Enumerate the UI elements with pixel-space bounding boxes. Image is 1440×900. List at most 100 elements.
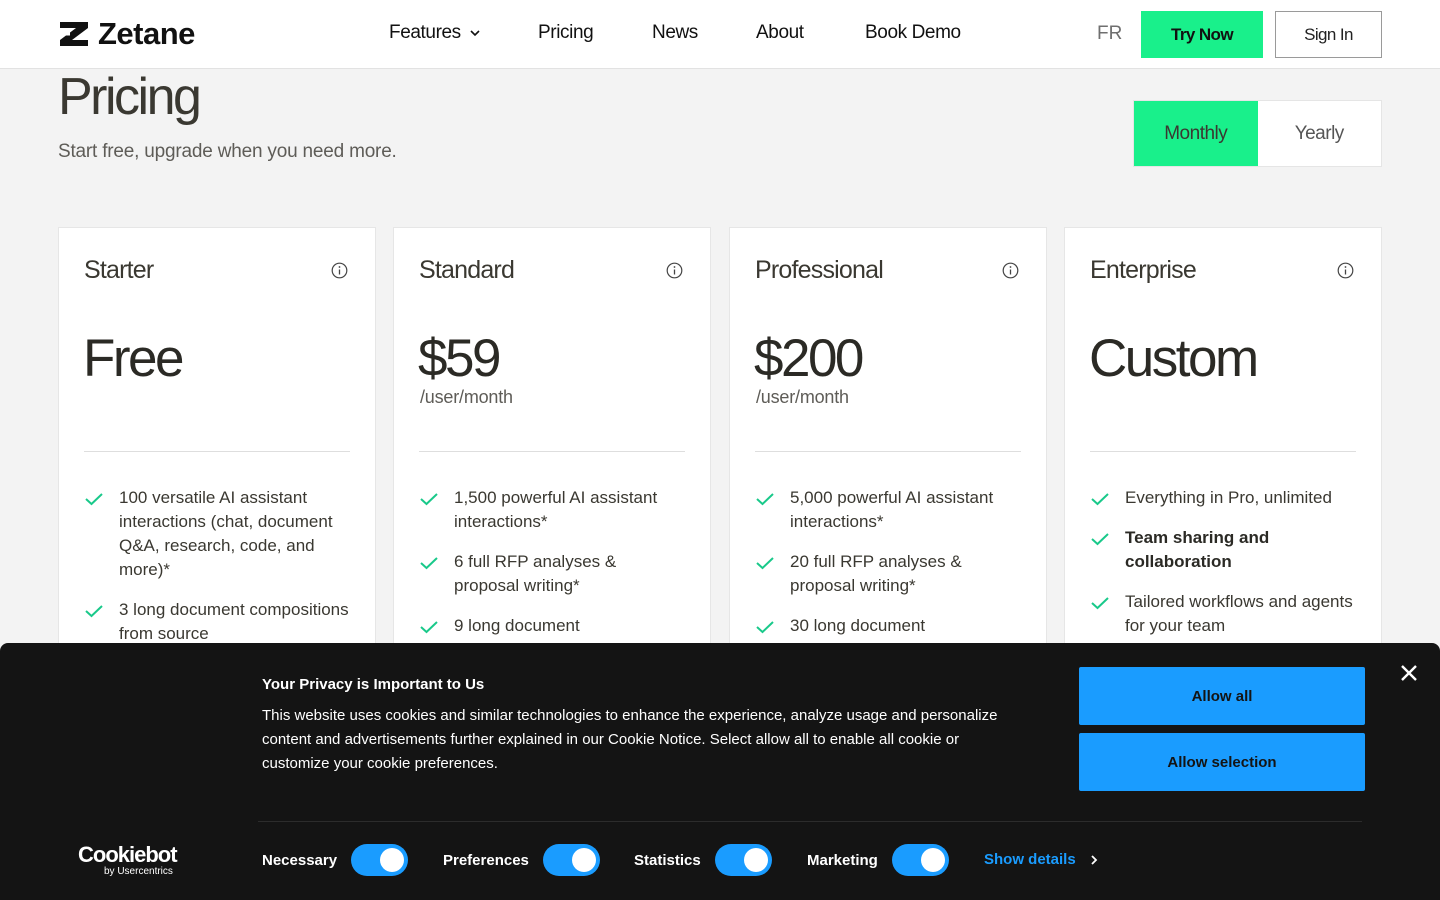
- cookiebot-brand-sub: by Usercentrics: [104, 866, 173, 877]
- feature-text: 5,000 powerful AI assistant interactions…: [790, 488, 994, 531]
- cookie-text: This website uses cookies and similar te…: [262, 707, 998, 772]
- allow-all-button[interactable]: Allow all: [1079, 667, 1365, 725]
- marketing-toggle[interactable]: [891, 844, 949, 876]
- plan-name: Standard: [419, 256, 515, 284]
- info-icon[interactable]: [1337, 262, 1354, 279]
- feature-item: 20 full RFP analyses & proposal writing*: [755, 550, 1021, 598]
- feature-item: 9 long document: [419, 614, 685, 638]
- statistics-toggle[interactable]: [714, 844, 772, 876]
- consent-necessary: Necessary: [262, 844, 409, 876]
- consent-label: Statistics: [634, 851, 701, 869]
- check-icon: [420, 557, 438, 570]
- nav-book-demo[interactable]: Book Demo: [865, 22, 961, 44]
- consent-label: Preferences: [443, 851, 529, 869]
- plan-price: $59: [418, 329, 501, 388]
- check-icon: [85, 493, 103, 506]
- consent-preferences: Preferences: [443, 844, 600, 876]
- check-icon: [756, 493, 774, 506]
- page-subtitle: Start free, upgrade when you need more.: [58, 141, 397, 162]
- feature-item: 30 long document: [755, 614, 1021, 638]
- divider: [755, 451, 1021, 452]
- cookiebot-brand: Cookiebot: [78, 842, 178, 867]
- preferences-toggle[interactable]: [542, 844, 600, 876]
- cookie-divider: [258, 821, 1362, 822]
- show-details-label: Show details: [984, 851, 1076, 868]
- feature-text: 1,500 powerful AI assistant interactions…: [454, 488, 658, 531]
- nav-pricing-label: Pricing: [538, 22, 594, 43]
- page-title: Pricing: [58, 68, 202, 126]
- consent-statistics: Statistics: [634, 844, 772, 876]
- feature-list: 1,500 powerful AI assistant interactions…: [419, 486, 685, 654]
- billing-toggle: Monthly Yearly: [1133, 100, 1382, 167]
- feature-list: 100 versatile AI assistant interactions …: [84, 486, 350, 662]
- divider: [419, 451, 685, 452]
- nav-about[interactable]: About: [756, 22, 865, 44]
- feature-item: 100 versatile AI assistant interactions …: [84, 486, 350, 582]
- nav-pricing[interactable]: Pricing: [538, 22, 652, 44]
- nav-features-label: Features: [389, 22, 461, 43]
- plan-name: Professional: [755, 256, 884, 284]
- billing-yearly[interactable]: Yearly: [1258, 101, 1382, 166]
- feature-list: Everything in Pro, unlimited Team sharin…: [1090, 486, 1356, 654]
- info-icon[interactable]: [331, 262, 348, 279]
- logo[interactable]: Zetane: [58, 16, 195, 51]
- feature-text: 9 long document: [454, 616, 580, 635]
- toggle-knob: [571, 848, 596, 872]
- feature-text: 6 full RFP analyses & proposal writing*: [454, 552, 617, 595]
- toggle-knob: [920, 848, 945, 872]
- sign-in-button[interactable]: Sign In: [1275, 11, 1382, 58]
- check-icon: [1091, 533, 1109, 546]
- main-nav: Features Pricing News About Book Demo: [389, 22, 961, 44]
- try-now-button[interactable]: Try Now: [1141, 11, 1263, 58]
- consent-label: Necessary: [262, 851, 338, 869]
- site-header: Zetane Features Pricing News About Book …: [0, 0, 1440, 69]
- plan-billing-unit: /user/month: [420, 387, 513, 407]
- show-details-link[interactable]: Show details: [984, 851, 1098, 868]
- feature-item: 3 long document compositions from source: [84, 598, 350, 646]
- feature-item: 6 full RFP analyses & proposal writing*: [419, 550, 685, 598]
- feature-text: Everything in Pro, unlimited: [1125, 488, 1332, 507]
- toggle-knob: [380, 848, 405, 872]
- check-icon: [1091, 493, 1109, 506]
- check-icon: [85, 605, 103, 618]
- nav-news-label: News: [652, 22, 698, 43]
- language-switch[interactable]: FR: [1097, 23, 1122, 45]
- plan-billing-unit: /user/month: [756, 387, 849, 407]
- chevron-down-icon: [470, 30, 480, 37]
- check-icon: [756, 621, 774, 634]
- feature-item: 1,500 powerful AI assistant interactions…: [419, 486, 685, 534]
- info-icon[interactable]: [1002, 262, 1019, 279]
- info-icon[interactable]: [666, 262, 683, 279]
- cookie-title: Your Privacy is Important to Us: [262, 676, 485, 693]
- plan-name: Enterprise: [1090, 256, 1197, 284]
- plan-name: Starter: [84, 256, 154, 284]
- plan-price: Free: [83, 329, 184, 388]
- chevron-right-icon: [1091, 854, 1097, 865]
- feature-item: 5,000 powerful AI assistant interactions…: [755, 486, 1021, 534]
- feature-item: Team sharing and collaboration: [1090, 526, 1356, 574]
- check-icon: [1091, 597, 1109, 610]
- divider: [84, 451, 350, 452]
- billing-monthly[interactable]: Monthly: [1134, 101, 1258, 166]
- consent-label: Marketing: [807, 851, 878, 869]
- close-icon[interactable]: [1398, 662, 1420, 684]
- feature-list: 5,000 powerful AI assistant interactions…: [755, 486, 1021, 654]
- check-icon: [420, 621, 438, 634]
- check-icon: [756, 557, 774, 570]
- feature-text: Tailored workflows and agents for your t…: [1125, 592, 1353, 635]
- zetane-logo-icon: [60, 22, 88, 46]
- nav-features[interactable]: Features: [389, 22, 538, 44]
- feature-text: 30 long document: [790, 616, 926, 635]
- feature-item: Everything in Pro, unlimited: [1090, 486, 1356, 510]
- nav-about-label: About: [756, 22, 804, 43]
- feature-text: 100 versatile AI assistant interactions …: [119, 488, 333, 579]
- necessary-toggle[interactable]: [351, 844, 409, 876]
- feature-text: Team sharing and collaboration: [1125, 528, 1270, 571]
- divider: [1090, 451, 1356, 452]
- feature-item: Tailored workflows and agents for your t…: [1090, 590, 1356, 638]
- feature-text: 20 full RFP analyses & proposal writing*: [790, 552, 962, 595]
- cookiebot-logo[interactable]: Cookiebot by Usercentrics: [78, 842, 178, 878]
- plan-price: Custom: [1089, 329, 1259, 388]
- allow-selection-button[interactable]: Allow selection: [1079, 733, 1365, 791]
- nav-news[interactable]: News: [652, 22, 756, 44]
